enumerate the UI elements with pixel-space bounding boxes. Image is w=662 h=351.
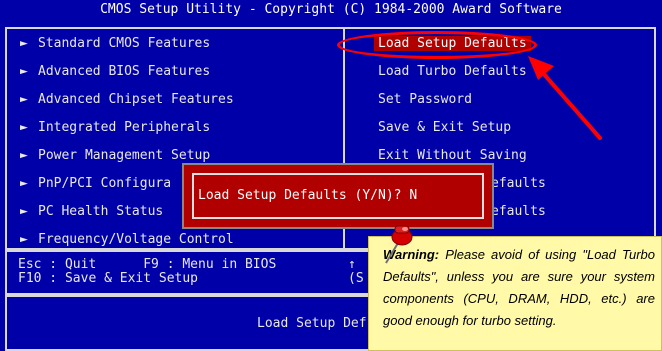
arrow-right-icon: ► <box>20 176 28 191</box>
help-line-1-right: ↑ <box>348 257 356 272</box>
menu-item-advanced-chipset[interactable]: ► Advanced Chipset Features <box>20 90 234 110</box>
dialog-prompt[interactable]: Load Setup Defaults (Y/N)? N <box>198 188 417 203</box>
highlight-oval <box>337 31 537 59</box>
menu-item-advanced-bios[interactable]: ► Advanced BIOS Features <box>20 62 234 82</box>
menu-item-frequency-voltage[interactable]: ► Frequency/Voltage Control <box>20 230 234 250</box>
window-title: CMOS Setup Utility - Copyright (C) 1984-… <box>0 0 662 20</box>
menu-item-integrated-peripherals[interactable]: ► Integrated Peripherals <box>20 118 234 138</box>
help-keys-right: ↑ (S <box>348 258 364 286</box>
arrow-right-icon: ► <box>20 232 28 247</box>
arrow-right-icon: ► <box>20 120 28 135</box>
help-line-1: Esc : Quit F9 : Menu in BIOS <box>18 257 277 272</box>
help-keys: Esc : Quit F9 : Menu in BIOS F10 : Save … <box>18 258 276 286</box>
arrow-right-icon: ► <box>20 92 28 107</box>
confirm-dialog[interactable]: Load Setup Defaults (Y/N)? N <box>182 163 494 229</box>
arrow-right-icon: ► <box>20 36 28 51</box>
arrow-right-icon: ► <box>20 148 28 163</box>
status-text: Load Setup Def <box>257 316 367 331</box>
arrow-right-icon: ► <box>20 204 28 219</box>
help-line-2: F10 : Save & Exit Setup <box>18 271 199 286</box>
menu-item-standard-cmos[interactable]: ► Standard CMOS Features <box>20 34 234 54</box>
help-line-2-right: (S <box>348 271 364 286</box>
arrow-right-icon: ► <box>20 64 28 79</box>
pushpin-icon <box>385 225 413 264</box>
annotation-arrow-icon <box>528 56 602 140</box>
